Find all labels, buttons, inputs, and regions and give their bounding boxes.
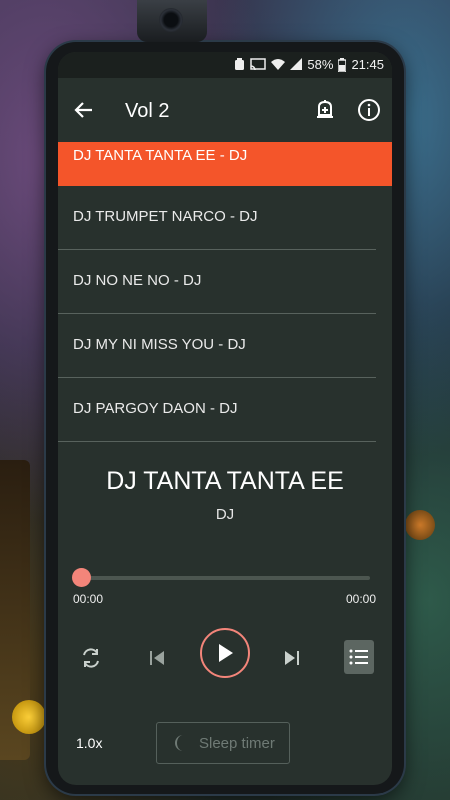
previous-icon[interactable]: [147, 648, 167, 668]
app-screen: 58% 21:45 Vol 2 DJ TANTA TANTA EE - DJ D…: [58, 52, 392, 785]
playlist-button[interactable]: [344, 640, 374, 674]
back-arrow-icon[interactable]: [72, 98, 96, 122]
camera-lens: [159, 8, 183, 32]
playlist-item-label: DJ PARGOY DAON - DJ: [73, 400, 238, 417]
repeat-icon[interactable]: [79, 646, 103, 670]
seek-thumb[interactable]: [72, 568, 91, 587]
cast-icon: [250, 58, 267, 71]
elapsed-time: 00:00: [73, 592, 104, 606]
play-icon: [219, 644, 233, 662]
now-playing-artist: DJ: [215, 506, 235, 523]
battery-percent: 58%: [307, 57, 334, 72]
status-bar: 58% 21:45: [58, 52, 392, 78]
playlist-item[interactable]: DJ PARGOY DAON - DJ: [58, 378, 376, 442]
signal-icon: [290, 58, 303, 70]
wifi-icon: [271, 59, 286, 70]
sleep-timer-button[interactable]: Sleep timer: [156, 722, 290, 764]
background-decor-knob: [405, 510, 435, 540]
playback-speed[interactable]: 1.0x: [76, 735, 102, 751]
playlist: DJ TANTA TANTA EE - DJ DJ TRUMPET NARCO …: [58, 142, 392, 442]
add-alarm-icon[interactable]: [313, 98, 337, 122]
playlist-item[interactable]: DJ NO NE NO - DJ: [58, 250, 376, 314]
popup-camera: [137, 0, 207, 42]
sleep-timer-label: Sleep timer: [199, 735, 275, 752]
playlist-item[interactable]: DJ MY NI MISS YOU - DJ: [58, 314, 376, 378]
playlist-item-active[interactable]: DJ TANTA TANTA EE - DJ: [58, 142, 392, 186]
playlist-item[interactable]: DJ TRUMPET NARCO - DJ: [58, 186, 376, 250]
now-playing-title: DJ TANTA TANTA EE: [106, 467, 344, 495]
playlist-item-label: DJ MY NI MISS YOU - DJ: [73, 336, 246, 353]
list-icon: [349, 649, 368, 665]
info-icon[interactable]: [357, 98, 381, 122]
background-decor-light: [12, 700, 46, 734]
play-button[interactable]: [200, 628, 250, 678]
toolbar: Vol 2: [58, 78, 392, 142]
notification-icon: [235, 58, 245, 70]
playlist-item-label: DJ NO NE NO - DJ: [73, 272, 202, 289]
seek-bar[interactable]: [72, 568, 370, 587]
duration-time: 00:00: [345, 592, 376, 606]
battery-icon: [338, 57, 347, 72]
playlist-item-label: DJ TANTA TANTA EE - DJ: [73, 147, 248, 164]
page-title: Vol 2: [125, 100, 170, 122]
playlist-item-label: DJ TRUMPET NARCO - DJ: [73, 208, 258, 225]
clock: 21:45: [351, 57, 384, 72]
status-icons: 58% 21:45: [234, 57, 384, 72]
moon-icon: [175, 735, 183, 751]
next-icon[interactable]: [282, 648, 302, 668]
